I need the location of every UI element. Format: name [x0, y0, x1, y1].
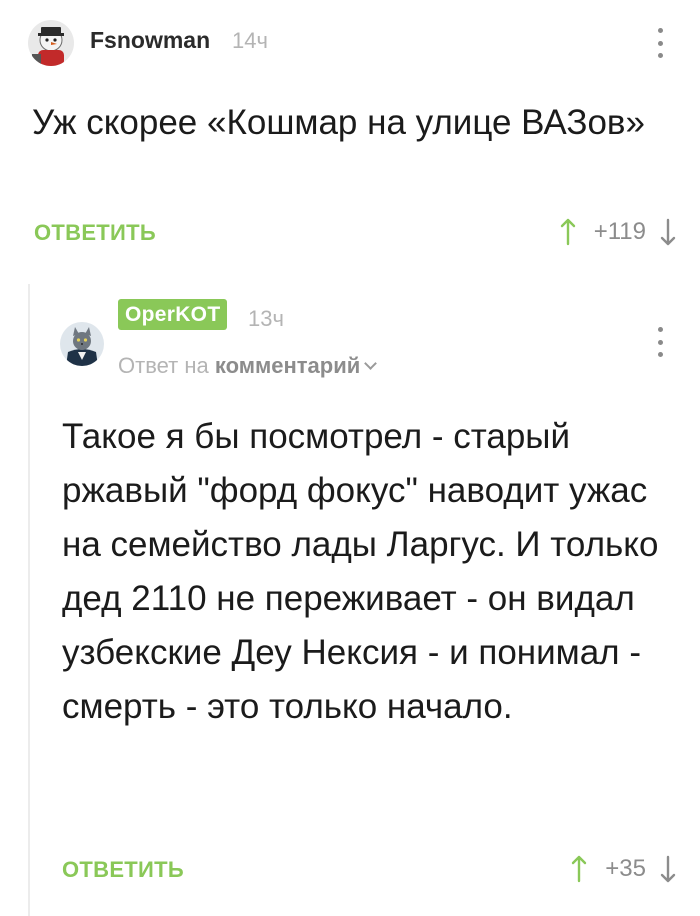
vote-score: +119 [593, 218, 646, 245]
comment-text: Уж скорее «Кошмар на улице ВАЗов» [32, 103, 645, 142]
reply-button[interactable]: ОТВЕТИТЬ [62, 857, 184, 883]
arrow-up-icon[interactable] [560, 218, 576, 246]
thread-line[interactable] [28, 284, 30, 916]
reply-to[interactable]: Ответ на комментарий [118, 353, 378, 379]
arrow-down-icon[interactable] [660, 218, 676, 246]
more-vertical-icon[interactable] [656, 327, 664, 357]
avatar[interactable] [28, 20, 74, 66]
avatar-icon [28, 20, 74, 66]
comment-author[interactable]: OperKOT [118, 299, 228, 330]
comment-time: 14ч [232, 28, 268, 53]
vote-controls: +35 [571, 854, 676, 884]
comment-time: 13ч [248, 306, 284, 331]
chevron-down-icon[interactable] [364, 357, 378, 370]
comment-author[interactable]: Fsnowman [90, 27, 210, 54]
vote-controls: +119 [560, 217, 676, 247]
comment-reply: OperKOT 13ч Ответ на комментарий Такое я… [0, 270, 700, 916]
avatar-icon [60, 322, 104, 366]
more-vertical-icon[interactable] [656, 28, 664, 58]
reply-to-link[interactable]: комментарий [215, 353, 360, 378]
avatar[interactable] [60, 322, 104, 366]
arrow-down-icon[interactable] [660, 855, 676, 883]
vote-score: +35 [605, 855, 646, 882]
comment: Fsnowman 14ч Уж скорее «Кошмар на улице … [0, 0, 700, 270]
arrow-up-icon[interactable] [571, 855, 587, 883]
comment-text: Такое я бы посмотрел - старый ржавый "фо… [62, 417, 659, 726]
reply-to-prefix: Ответ на [118, 353, 209, 378]
reply-button[interactable]: ОТВЕТИТЬ [34, 220, 156, 246]
